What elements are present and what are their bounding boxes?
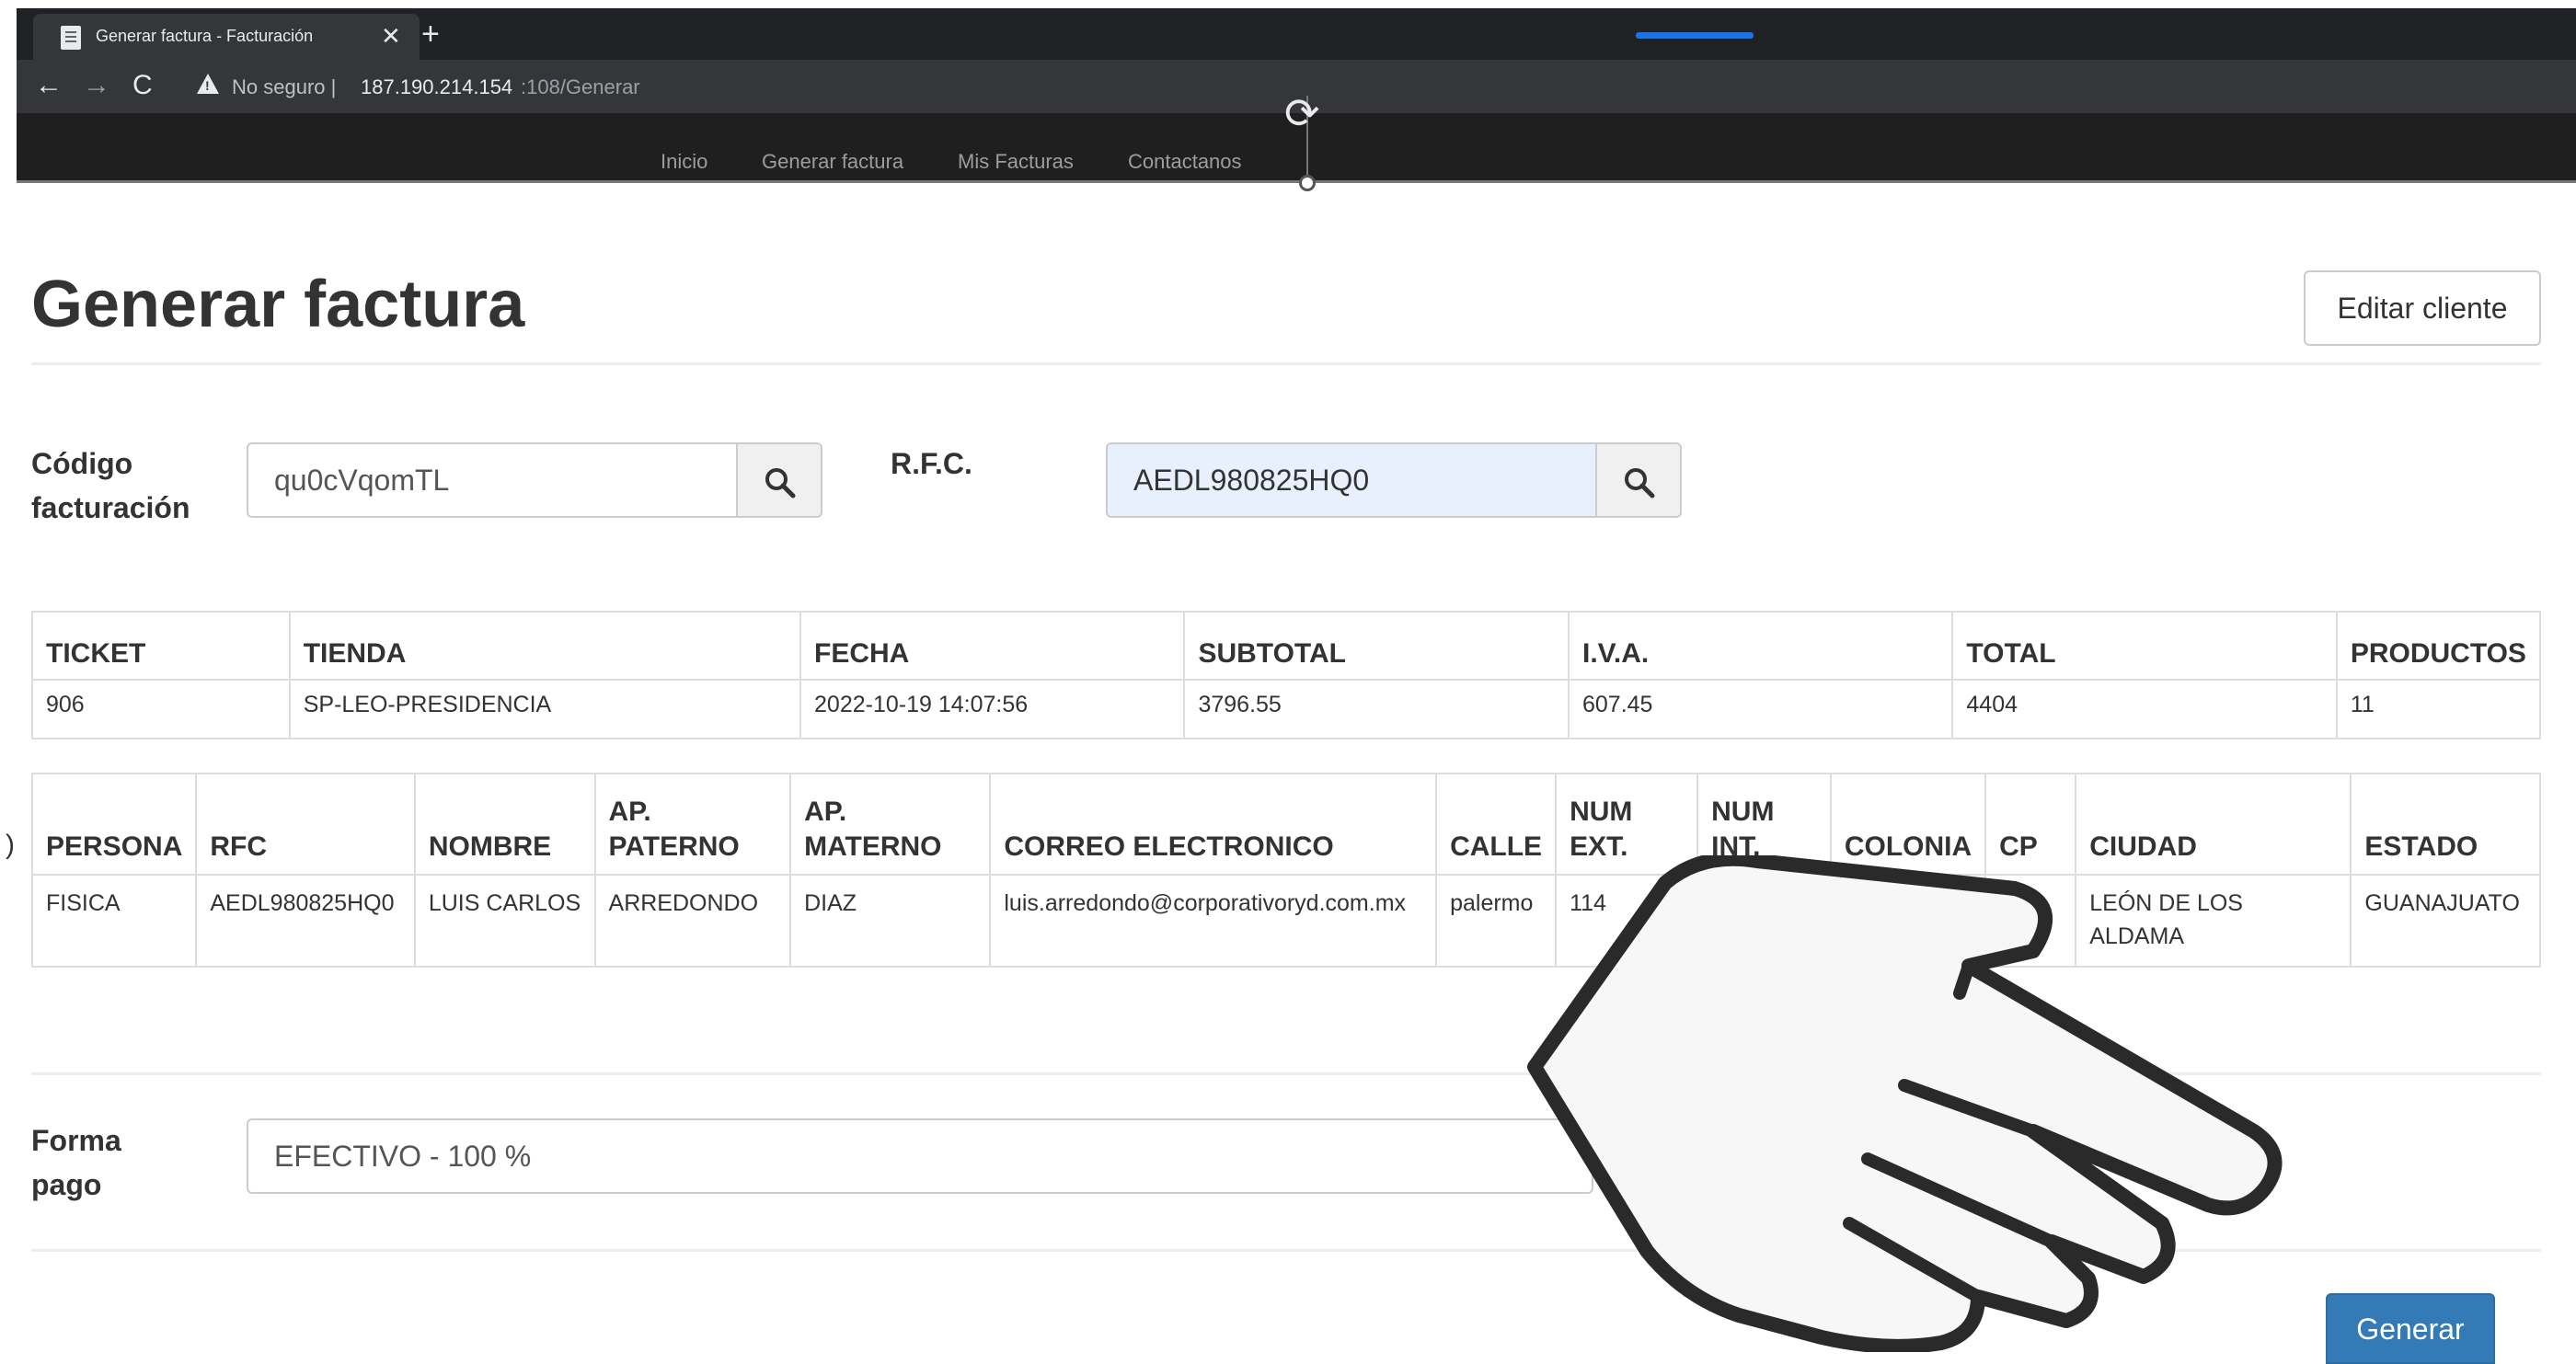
column-header-estado: ESTADO xyxy=(2350,773,2541,876)
forma-pago-label-line1: Forma xyxy=(31,1124,121,1157)
column-header-tienda: TIENDA xyxy=(288,611,802,681)
back-arrow-icon[interactable]: ← xyxy=(35,69,63,102)
cell-nombre: LUIS CARLOS xyxy=(413,874,596,968)
column-header-total: TOTAL xyxy=(1951,611,2338,681)
cell-rfc: AEDL980825HQ0 xyxy=(195,874,416,968)
codigo-search-button[interactable] xyxy=(738,442,822,518)
codigo-label-line2: facturación xyxy=(31,491,190,524)
reload-icon[interactable]: C xyxy=(132,69,153,102)
tab-bar: Generar factura - Facturación ✕ + xyxy=(17,8,2576,60)
resize-handle[interactable] xyxy=(1299,175,1316,191)
side-glyph: ) xyxy=(6,830,15,860)
cell-persona: FISICA xyxy=(30,874,198,968)
cell-subtotal: 3796.55 xyxy=(1183,679,1570,739)
generar-button[interactable]: Generar xyxy=(2326,1293,2495,1364)
column-header-fecha: FECHA xyxy=(799,611,1186,681)
column-header-subtotal: SUBTOTAL xyxy=(1183,611,1570,681)
column-header-ap-materno: AP. MATERNO xyxy=(789,773,992,876)
table-header-row: TICKET TIENDA FECHA SUBTOTAL I.V.A. TOTA… xyxy=(31,611,2542,681)
url-host[interactable]: 187.190.214.154 xyxy=(361,75,512,99)
cell-tienda: SP-LEO-PRESIDENCIA xyxy=(288,679,802,739)
browser-tab[interactable]: Generar factura - Facturación ✕ xyxy=(33,14,420,60)
forward-arrow-icon[interactable]: → xyxy=(83,69,110,102)
nav-link-generar-factura[interactable]: Generar factura xyxy=(762,150,903,174)
cell-total: 4404 xyxy=(1951,679,2338,739)
nav-link-contactanos[interactable]: Contactanos xyxy=(1128,150,1242,174)
ticket-table: TICKET TIENDA FECHA SUBTOTAL I.V.A. TOTA… xyxy=(31,611,2542,739)
rotate-icon[interactable]: ⟳ xyxy=(1284,92,1320,134)
column-header-iva: I.V.A. xyxy=(1567,611,1954,681)
edit-client-button[interactable]: Editar cliente xyxy=(2304,270,2541,346)
codigo-label: Código facturación xyxy=(31,441,190,530)
close-icon[interactable]: ✕ xyxy=(381,23,401,49)
column-header-persona: PERSONA xyxy=(30,773,198,876)
codigo-label-line1: Código xyxy=(31,447,133,480)
search-icon xyxy=(765,468,796,499)
new-tab-icon[interactable]: + xyxy=(421,17,440,51)
hand-pointer-icon xyxy=(1527,855,2283,1352)
forma-pago-label: Forma pago xyxy=(31,1118,121,1207)
column-header-productos: PRODUCTOS xyxy=(2335,611,2542,681)
rfc-search-button[interactable] xyxy=(1597,442,1682,518)
nav-link-inicio[interactable]: Inicio xyxy=(661,150,707,174)
url-path[interactable]: :108/Generar xyxy=(521,75,640,99)
forma-pago-select[interactable]: EFECTIVO - 100 % xyxy=(247,1118,1593,1194)
cell-ap-paterno: ARREDONDO xyxy=(593,874,792,968)
cell-ticket: 906 xyxy=(31,679,291,739)
security-status[interactable]: No seguro | xyxy=(232,75,336,99)
cell-fecha: 2022-10-19 14:07:56 xyxy=(799,679,1186,739)
cell-iva: 607.45 xyxy=(1567,679,1954,739)
divider xyxy=(31,362,2541,365)
column-header-correo: CORREO ELECTRONICO xyxy=(989,773,1438,876)
nav-link-mis-facturas[interactable]: Mis Facturas xyxy=(958,150,1074,174)
cell-estado: GUANAJUATO xyxy=(2350,874,2541,968)
rfc-label: R.F.C. xyxy=(891,447,972,480)
column-header-ap-paterno: AP. PATERNO xyxy=(593,773,792,876)
codigo-facturacion-input[interactable]: qu0cVqomTL xyxy=(247,442,738,518)
page-title: Generar factura xyxy=(31,268,525,341)
column-header-ticket: TICKET xyxy=(31,611,291,681)
search-icon xyxy=(1625,468,1655,499)
column-header-rfc: RFC xyxy=(195,773,416,876)
loading-indicator xyxy=(1636,32,1754,39)
document-icon xyxy=(61,26,81,50)
rfc-input[interactable]: AEDL980825HQ0 xyxy=(1106,442,1597,518)
forma-pago-label-line2: pago xyxy=(31,1168,102,1201)
column-header-nombre: NOMBRE xyxy=(413,773,596,876)
cell-productos: 11 xyxy=(2335,679,2542,739)
tab-title: Generar factura - Facturación xyxy=(96,27,314,45)
cell-correo: luis.arredondo@corporativoryd.com.mx xyxy=(989,874,1438,968)
warning-icon[interactable] xyxy=(197,74,219,94)
cell-ap-materno: DIAZ xyxy=(789,874,992,968)
table-row: 906 SP-LEO-PRESIDENCIA 2022-10-19 14:07:… xyxy=(31,679,2542,739)
